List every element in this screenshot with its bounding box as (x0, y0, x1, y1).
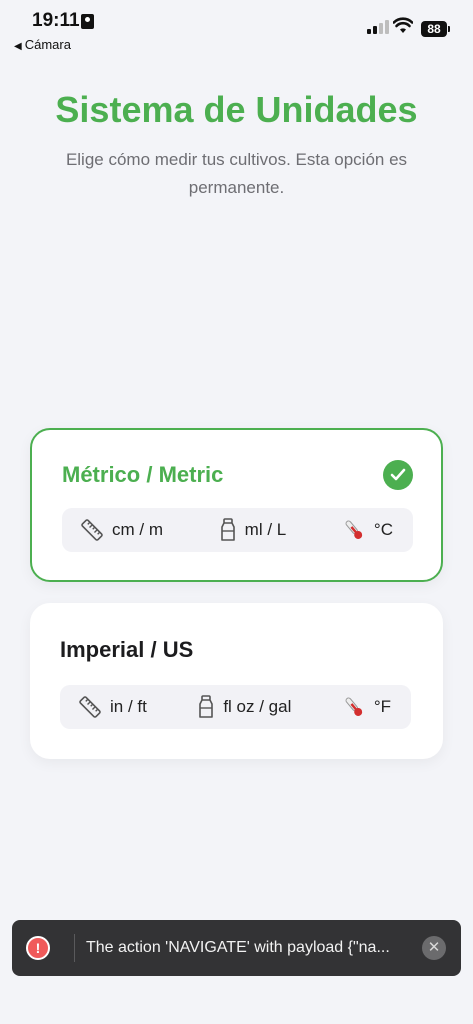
battery-icon: 88 (421, 21, 450, 37)
battery-level: 88 (427, 22, 441, 36)
option-title: Imperial / US (60, 637, 194, 662)
temperature-unit-label: °C (373, 520, 393, 539)
temperature-unit: °F (342, 695, 391, 719)
page-title: Sistema de Unidades (55, 89, 418, 130)
temperature-unit-label: °F (373, 697, 391, 716)
back-to-app-link[interactable]: ◀ Cámara (14, 37, 71, 52)
length-unit: cm / m (80, 518, 163, 542)
thermometer-icon (345, 697, 362, 716)
bottle-icon (199, 695, 214, 718)
status-bar: 19:11 ◀ Cámara 88 (0, 0, 473, 58)
error-toast[interactable]: ! The action 'NAVIGATE' with payload {"n… (12, 920, 461, 976)
wifi-icon (393, 17, 413, 33)
length-unit: in / ft (78, 695, 147, 719)
status-time: 19:11 (32, 10, 80, 31)
volume-unit: fl oz / gal (197, 695, 291, 719)
back-arrow-icon: ◀ (14, 41, 22, 52)
thermometer-icon (345, 520, 363, 539)
page-subtitle: Elige cómo medir tus cultivos. Esta opci… (65, 150, 408, 197)
close-icon[interactable]: ✕ (422, 936, 446, 960)
selected-check-icon (383, 460, 413, 490)
toast-message: The action 'NAVIGATE' with payload {"na.… (86, 939, 390, 956)
units-row: in / ft fl oz / gal °F (60, 685, 411, 729)
contact-card-icon (81, 14, 94, 29)
unit-option-metric[interactable]: Métrico / Metric cm / m ml / L °C (30, 428, 443, 582)
ruler-icon (81, 519, 103, 541)
length-unit-label: cm / m (112, 520, 163, 539)
units-row: cm / m ml / L °C (62, 508, 413, 552)
volume-unit-label: ml / L (244, 520, 287, 539)
toast-divider (74, 934, 75, 962)
volume-unit: ml / L (219, 518, 287, 542)
option-title: Métrico / Metric (62, 462, 224, 487)
unit-option-imperial[interactable]: Imperial / US in / ft fl oz / gal °F (30, 603, 443, 759)
temperature-unit: °C (342, 518, 393, 542)
ruler-icon (79, 696, 101, 718)
cellular-signal-icon (367, 18, 389, 34)
error-icon: ! (26, 936, 50, 960)
back-label: Cámara (24, 37, 71, 52)
length-unit-label: in / ft (110, 697, 147, 716)
bottle-icon (220, 518, 235, 541)
volume-unit-label: fl oz / gal (223, 697, 292, 716)
